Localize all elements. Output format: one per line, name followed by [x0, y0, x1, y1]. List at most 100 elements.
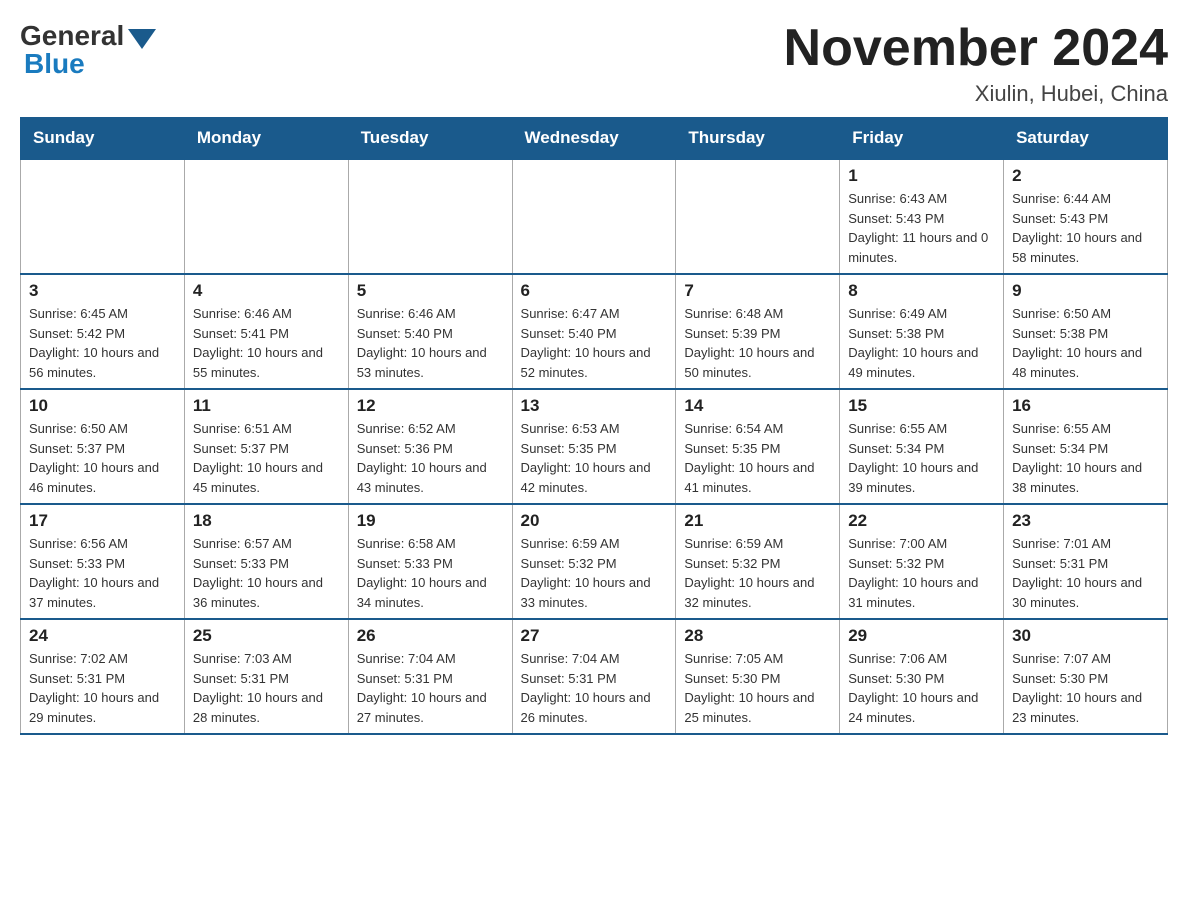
day-info: Sunrise: 7:06 AMSunset: 5:30 PMDaylight:…	[848, 649, 995, 727]
calendar-cell: 2 Sunrise: 6:44 AMSunset: 5:43 PMDaylight…	[1004, 159, 1168, 274]
day-info: Sunrise: 6:57 AMSunset: 5:33 PMDaylight:…	[193, 534, 340, 612]
day-number: 6	[521, 281, 668, 301]
calendar-cell: 10Sunrise: 6:50 AMSunset: 5:37 PMDayligh…	[21, 389, 185, 504]
day-info: Sunrise: 6:54 AMSunset: 5:35 PMDaylight:…	[684, 419, 831, 497]
calendar-cell: 6 Sunrise: 6:47 AMSunset: 5:40 PMDaylight…	[512, 274, 676, 389]
calendar-week-2: 3 Sunrise: 6:45 AMSunset: 5:42 PMDaylight…	[21, 274, 1168, 389]
day-number: 23	[1012, 511, 1159, 531]
day-info: Sunrise: 7:04 AMSunset: 5:31 PMDaylight:…	[357, 649, 504, 727]
day-number: 20	[521, 511, 668, 531]
calendar-cell: 13 Sunrise: 6:53 AMSunset: 5:35 PMDayligh…	[512, 389, 676, 504]
day-number: 12	[357, 396, 504, 416]
day-info: Sunrise: 6:48 AMSunset: 5:39 PMDaylight:…	[684, 304, 831, 382]
weekday-header-wednesday: Wednesday	[512, 118, 676, 160]
day-number: 19	[357, 511, 504, 531]
day-info: Sunrise: 7:05 AMSunset: 5:30 PMDaylight:…	[684, 649, 831, 727]
day-info: Sunrise: 6:49 AMSunset: 5:38 PMDaylight:…	[848, 304, 995, 382]
calendar-cell: 16 Sunrise: 6:55 AMSunset: 5:34 PMDayligh…	[1004, 389, 1168, 504]
subtitle: Xiulin, Hubei, China	[784, 81, 1168, 107]
day-info: Sunrise: 6:53 AMSunset: 5:35 PMDaylight:…	[521, 419, 668, 497]
day-number: 8	[848, 281, 995, 301]
calendar-cell: 30 Sunrise: 7:07 AMSunset: 5:30 PMDayligh…	[1004, 619, 1168, 734]
day-info: Sunrise: 6:52 AMSunset: 5:36 PMDaylight:…	[357, 419, 504, 497]
day-number: 28	[684, 626, 831, 646]
calendar-cell: 18Sunrise: 6:57 AMSunset: 5:33 PMDayligh…	[184, 504, 348, 619]
day-info: Sunrise: 6:50 AMSunset: 5:38 PMDaylight:…	[1012, 304, 1159, 382]
calendar-cell: 11 Sunrise: 6:51 AMSunset: 5:37 PMDayligh…	[184, 389, 348, 504]
day-info: Sunrise: 6:45 AMSunset: 5:42 PMDaylight:…	[29, 304, 176, 382]
day-number: 3	[29, 281, 176, 301]
calendar-cell: 5Sunrise: 6:46 AMSunset: 5:40 PMDaylight…	[348, 274, 512, 389]
day-number: 25	[193, 626, 340, 646]
calendar-cell: 1 Sunrise: 6:43 AMSunset: 5:43 PMDaylight…	[840, 159, 1004, 274]
day-number: 22	[848, 511, 995, 531]
calendar-cell: 15 Sunrise: 6:55 AMSunset: 5:34 PMDayligh…	[840, 389, 1004, 504]
calendar-week-4: 17 Sunrise: 6:56 AMSunset: 5:33 PMDayligh…	[21, 504, 1168, 619]
day-number: 29	[848, 626, 995, 646]
calendar-week-5: 24 Sunrise: 7:02 AMSunset: 5:31 PMDayligh…	[21, 619, 1168, 734]
weekday-header-tuesday: Tuesday	[348, 118, 512, 160]
day-number: 2	[1012, 166, 1159, 186]
weekday-header-sunday: Sunday	[21, 118, 185, 160]
day-info: Sunrise: 6:56 AMSunset: 5:33 PMDaylight:…	[29, 534, 176, 612]
day-info: Sunrise: 6:43 AMSunset: 5:43 PMDaylight:…	[848, 189, 995, 267]
calendar-cell	[676, 159, 840, 274]
day-info: Sunrise: 6:55 AMSunset: 5:34 PMDaylight:…	[848, 419, 995, 497]
calendar-cell: 4Sunrise: 6:46 AMSunset: 5:41 PMDaylight…	[184, 274, 348, 389]
calendar-cell: 9Sunrise: 6:50 AMSunset: 5:38 PMDaylight…	[1004, 274, 1168, 389]
day-info: Sunrise: 6:47 AMSunset: 5:40 PMDaylight:…	[521, 304, 668, 382]
day-info: Sunrise: 6:46 AMSunset: 5:40 PMDaylight:…	[357, 304, 504, 382]
day-number: 10	[29, 396, 176, 416]
day-number: 15	[848, 396, 995, 416]
calendar-cell: 21Sunrise: 6:59 AMSunset: 5:32 PMDayligh…	[676, 504, 840, 619]
day-info: Sunrise: 6:55 AMSunset: 5:34 PMDaylight:…	[1012, 419, 1159, 497]
day-info: Sunrise: 7:02 AMSunset: 5:31 PMDaylight:…	[29, 649, 176, 727]
calendar-cell: 12 Sunrise: 6:52 AMSunset: 5:36 PMDayligh…	[348, 389, 512, 504]
logo-blue-text: Blue	[24, 48, 85, 80]
calendar-cell: 3 Sunrise: 6:45 AMSunset: 5:42 PMDaylight…	[21, 274, 185, 389]
calendar-cell: 8 Sunrise: 6:49 AMSunset: 5:38 PMDaylight…	[840, 274, 1004, 389]
main-title: November 2024	[784, 20, 1168, 77]
day-number: 17	[29, 511, 176, 531]
day-info: Sunrise: 6:51 AMSunset: 5:37 PMDaylight:…	[193, 419, 340, 497]
day-number: 27	[521, 626, 668, 646]
calendar-week-3: 10Sunrise: 6:50 AMSunset: 5:37 PMDayligh…	[21, 389, 1168, 504]
weekday-header-friday: Friday	[840, 118, 1004, 160]
calendar-cell: 29 Sunrise: 7:06 AMSunset: 5:30 PMDayligh…	[840, 619, 1004, 734]
weekday-header-saturday: Saturday	[1004, 118, 1168, 160]
calendar-cell: 26 Sunrise: 7:04 AMSunset: 5:31 PMDayligh…	[348, 619, 512, 734]
day-info: Sunrise: 6:59 AMSunset: 5:32 PMDaylight:…	[521, 534, 668, 612]
calendar-table: SundayMondayTuesdayWednesdayThursdayFrid…	[20, 117, 1168, 735]
calendar-cell: 23 Sunrise: 7:01 AMSunset: 5:31 PMDayligh…	[1004, 504, 1168, 619]
calendar-cell: 22 Sunrise: 7:00 AMSunset: 5:32 PMDayligh…	[840, 504, 1004, 619]
day-number: 30	[1012, 626, 1159, 646]
calendar-cell: 20 Sunrise: 6:59 AMSunset: 5:32 PMDayligh…	[512, 504, 676, 619]
weekday-header-monday: Monday	[184, 118, 348, 160]
day-number: 24	[29, 626, 176, 646]
day-info: Sunrise: 6:44 AMSunset: 5:43 PMDaylight:…	[1012, 189, 1159, 267]
day-number: 13	[521, 396, 668, 416]
day-info: Sunrise: 7:04 AMSunset: 5:31 PMDaylight:…	[521, 649, 668, 727]
calendar-cell	[184, 159, 348, 274]
day-info: Sunrise: 6:58 AMSunset: 5:33 PMDaylight:…	[357, 534, 504, 612]
weekday-header-row: SundayMondayTuesdayWednesdayThursdayFrid…	[21, 118, 1168, 160]
day-number: 21	[684, 511, 831, 531]
day-number: 16	[1012, 396, 1159, 416]
day-info: Sunrise: 7:01 AMSunset: 5:31 PMDaylight:…	[1012, 534, 1159, 612]
day-info: Sunrise: 7:00 AMSunset: 5:32 PMDaylight:…	[848, 534, 995, 612]
calendar-cell: 27 Sunrise: 7:04 AMSunset: 5:31 PMDayligh…	[512, 619, 676, 734]
logo-arrow-icon	[128, 29, 156, 49]
day-number: 14	[684, 396, 831, 416]
calendar-cell: 7 Sunrise: 6:48 AMSunset: 5:39 PMDaylight…	[676, 274, 840, 389]
calendar-cell: 25 Sunrise: 7:03 AMSunset: 5:31 PMDayligh…	[184, 619, 348, 734]
logo: General Blue	[20, 20, 156, 80]
day-number: 7	[684, 281, 831, 301]
day-number: 1	[848, 166, 995, 186]
calendar-cell	[512, 159, 676, 274]
day-info: Sunrise: 7:03 AMSunset: 5:31 PMDaylight:…	[193, 649, 340, 727]
day-number: 26	[357, 626, 504, 646]
day-number: 11	[193, 396, 340, 416]
title-section: November 2024 Xiulin, Hubei, China	[784, 20, 1168, 107]
weekday-header-thursday: Thursday	[676, 118, 840, 160]
day-info: Sunrise: 7:07 AMSunset: 5:30 PMDaylight:…	[1012, 649, 1159, 727]
